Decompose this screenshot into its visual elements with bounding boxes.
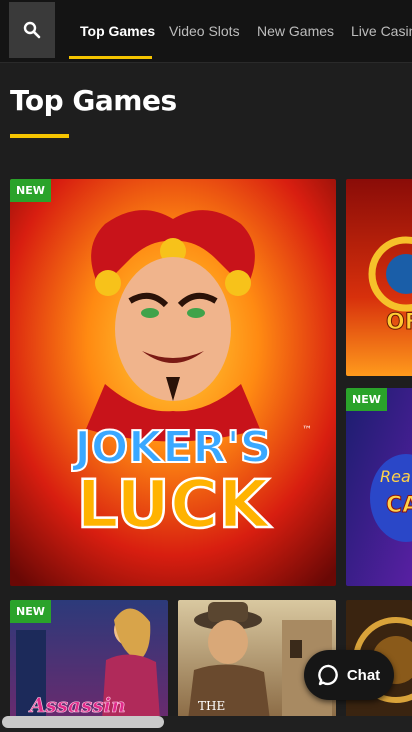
category-nav: Top Games Video Slots New Games Live Cas… <box>0 0 412 63</box>
chat-button[interactable]: Chat <box>304 650 394 700</box>
new-badge: NEW <box>346 388 387 411</box>
tab-live-casino[interactable]: Live Casino <box>351 0 412 62</box>
horizontal-scrollbar-thumb[interactable] <box>2 716 164 728</box>
title-underline <box>10 134 69 138</box>
chat-bubble-icon <box>318 664 338 686</box>
tile-logo: Assassin <box>28 693 126 717</box>
page-title: Top Games <box>10 84 177 117</box>
active-tab-indicator <box>69 56 152 59</box>
game-artwork: OF <box>346 179 412 376</box>
chat-label: Chat <box>346 666 381 684</box>
new-badge: NEW <box>10 179 51 202</box>
game-tile[interactable]: Rea CA NEW <box>346 388 412 586</box>
game-tile-jokers-luck[interactable]: JOKER'S ™ LUCK NEW <box>10 179 336 586</box>
tile-logo-line2: CA <box>386 493 412 518</box>
search-button[interactable] <box>9 2 55 58</box>
tile-logo-tm: ™ <box>302 425 312 436</box>
tile-logo: THE <box>198 699 225 713</box>
game-artwork: Rea CA <box>346 388 412 586</box>
tab-video-slots[interactable]: Video Slots <box>169 0 240 62</box>
tile-logo-line2: LUCK <box>77 466 273 543</box>
search-icon <box>23 21 41 39</box>
tab-top-games[interactable]: Top Games <box>80 0 155 62</box>
tile-logo: OF <box>386 310 412 335</box>
new-badge: NEW <box>10 600 51 623</box>
game-tile[interactable]: Assassin NEW <box>10 600 168 720</box>
game-tile[interactable]: OF <box>346 179 412 376</box>
tile-logo-line1: Rea <box>380 467 411 486</box>
tab-new-games[interactable]: New Games <box>257 0 334 62</box>
jokers-luck-artwork: JOKER'S ™ LUCK <box>10 179 336 586</box>
